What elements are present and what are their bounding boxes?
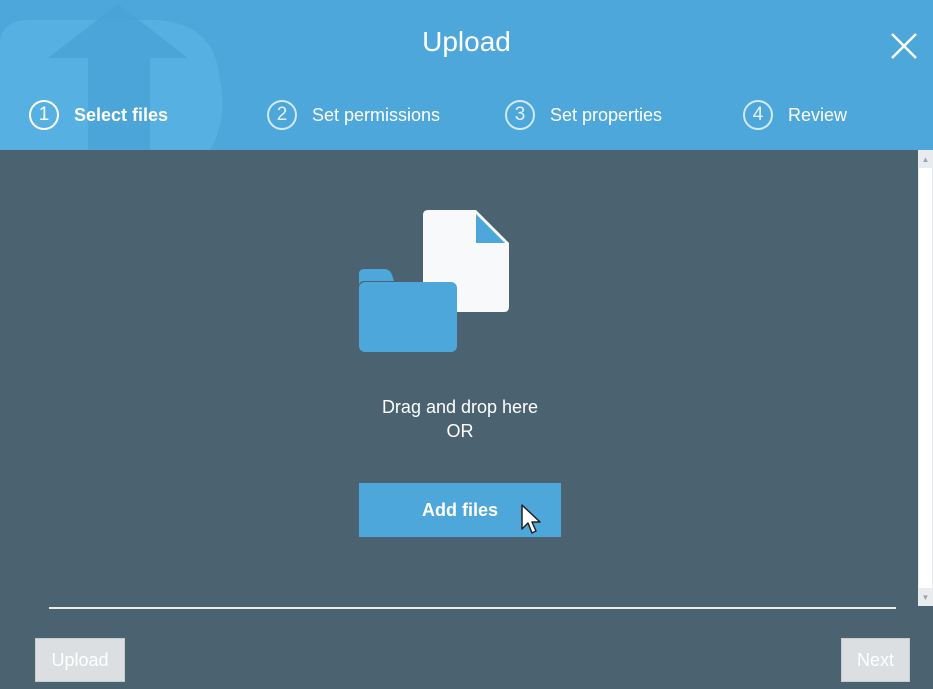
- step-number: 1: [29, 100, 59, 130]
- drag-drop-text: Drag and drop here: [381, 397, 539, 417]
- step-label: Review: [788, 104, 848, 125]
- step-set-properties[interactable]: 3 Set properties: [505, 97, 662, 133]
- step-label: Select files: [74, 104, 169, 125]
- scroll-thumb[interactable]: [919, 168, 932, 588]
- close-icon[interactable]: [887, 29, 921, 63]
- dialog-title: Upload: [422, 26, 511, 57]
- step-review[interactable]: 4 Review: [743, 97, 847, 133]
- file-folder-illustration: [359, 210, 509, 352]
- vertical-scrollbar[interactable]: ▲ ▼: [918, 150, 933, 606]
- or-text: OR: [446, 421, 474, 441]
- close-button[interactable]: [887, 29, 921, 63]
- step-number: 2: [267, 100, 297, 130]
- dialog-header: Upload 1 Select files 2 Set permissions …: [0, 0, 933, 150]
- step-number: 3: [505, 100, 535, 130]
- step-select-files[interactable]: 1 Select files: [29, 97, 168, 133]
- upload-button[interactable]: Upload: [35, 638, 125, 682]
- scroll-down-arrow-icon[interactable]: ▼: [918, 590, 933, 604]
- next-button[interactable]: Next: [841, 638, 910, 682]
- footer-divider: [49, 607, 896, 609]
- scroll-up-arrow-icon[interactable]: ▲: [918, 152, 933, 166]
- step-label: Set properties: [550, 104, 663, 125]
- mouse-cursor-icon: [521, 504, 541, 534]
- step-label: Set permissions: [312, 104, 441, 125]
- step-number: 4: [743, 100, 773, 130]
- step-set-permissions[interactable]: 2 Set permissions: [267, 97, 440, 133]
